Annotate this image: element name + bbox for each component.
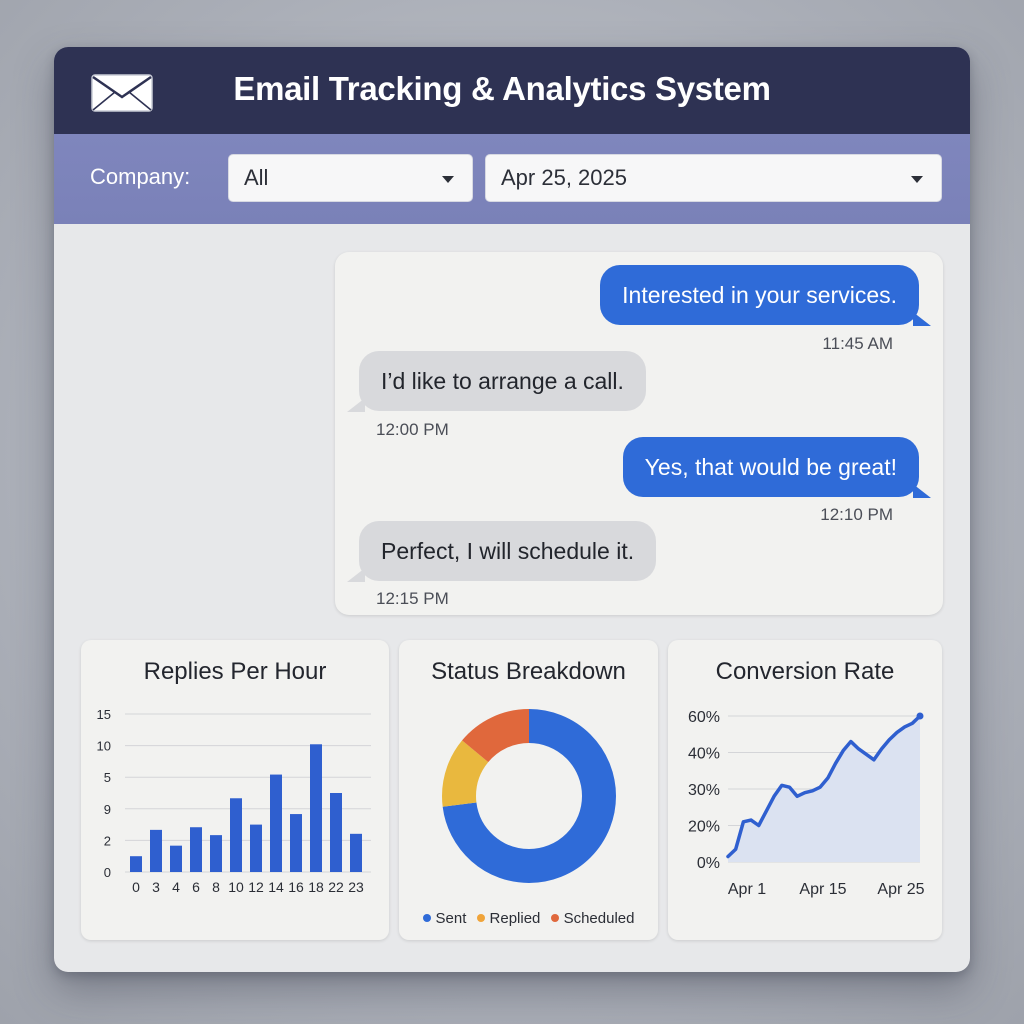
chart-legend: Sent Replied Scheduled	[399, 910, 658, 927]
message-time: 12:15 PM	[376, 589, 449, 608]
x-tick-label: Apr 1	[728, 881, 766, 898]
y-tick-label: 15	[97, 707, 111, 722]
y-tick-label: 2	[104, 833, 111, 848]
y-tick-label: 10	[97, 739, 111, 754]
bar	[350, 833, 362, 872]
x-tick-label: 12	[248, 879, 264, 895]
bar	[330, 793, 342, 872]
replies-bar-chart: 029510150 3 4 6 8 10 12 14 16 18 22 23	[97, 707, 371, 895]
legend-label: Scheduled	[563, 910, 635, 927]
app-title: Email Tracking & Analytics System	[233, 70, 771, 107]
company-select-value: All	[244, 165, 269, 190]
bar	[130, 856, 142, 872]
filter-bar: Company: All Apr 25, 2025	[54, 134, 970, 224]
app-window: Email Tracking & Analytics System Compan…	[54, 47, 970, 972]
date-select[interactable]: Apr 25, 2025	[485, 154, 942, 202]
bar	[290, 814, 302, 872]
message-bubble-outgoing[interactable]: Yes, that would be great!	[622, 437, 919, 497]
legend-dot	[422, 914, 431, 922]
x-tick-label: 8	[212, 879, 220, 895]
x-tick-label: Apr 15	[799, 881, 846, 898]
chevron-down-icon	[442, 176, 454, 183]
x-tick-label: 22	[328, 879, 344, 895]
message-bubble-outgoing[interactable]: Interested in your services.	[600, 265, 919, 325]
y-tick-label: 30%	[688, 782, 720, 799]
legend-item-scheduled: Scheduled	[550, 910, 635, 927]
x-tick-label: 0	[132, 879, 140, 895]
y-tick-label: 5	[104, 770, 111, 785]
x-tick-label: 23	[348, 879, 364, 895]
bubble-tail	[347, 568, 365, 582]
bar	[270, 774, 282, 872]
legend-dot	[550, 914, 559, 922]
legend-item-replied: Replied	[476, 910, 541, 927]
legend-item-sent: Sent	[422, 910, 467, 927]
message-time: 11:45 AM	[822, 334, 893, 353]
bar	[250, 824, 262, 872]
y-tick-label: 60%	[688, 709, 720, 726]
bar	[210, 835, 222, 872]
legend-label: Replied	[489, 910, 541, 927]
status-breakdown-card: Status Breakdown Sent Replied Scheduled	[399, 640, 658, 940]
x-tick-label: 3	[152, 879, 160, 895]
message-time: 12:00 PM	[376, 420, 449, 439]
y-tick-label: 0%	[697, 855, 720, 872]
y-tick-label: 40%	[688, 746, 720, 763]
y-tick-label: 20%	[688, 819, 720, 836]
message-time: 12:10 PM	[820, 505, 893, 524]
bar	[190, 827, 202, 872]
x-tick-label: 18	[308, 879, 324, 895]
conversation-panel: Interested in your services. 11:45 AM I’…	[335, 252, 943, 615]
y-tick-label: 0	[104, 865, 111, 880]
bubble-tail	[913, 312, 931, 326]
x-tick-label: 16	[288, 879, 304, 895]
bar	[150, 829, 162, 872]
bar	[170, 845, 182, 872]
x-tick-label: 4	[172, 879, 180, 895]
x-tick-label: 14	[268, 879, 284, 895]
conversion-rate-card: Conversion Rate 0% 20% 30% 40% 60% Apr 1 Apr 1…	[668, 640, 942, 940]
bar	[310, 744, 322, 872]
bubble-tail	[913, 484, 931, 498]
date-select-value: Apr 25, 2025	[501, 165, 627, 190]
data-point	[916, 712, 924, 720]
legend-label: Sent	[435, 910, 467, 927]
bubble-tail	[347, 398, 365, 412]
status-donut-chart	[442, 709, 616, 883]
x-tick-label: 6	[192, 879, 200, 895]
conversion-area-chart: 0% 20% 30% 40% 60% Apr 1 Apr 15 Apr 25	[688, 709, 925, 898]
x-tick-label: 10	[228, 879, 244, 895]
bar	[230, 798, 242, 872]
company-select[interactable]: All	[228, 154, 473, 202]
y-tick-label: 9	[104, 802, 111, 817]
company-label: Company:	[90, 164, 191, 189]
message-bubble-incoming[interactable]: Perfect, I will schedule it.	[359, 521, 657, 581]
title-bar: Email Tracking & Analytics System	[54, 47, 970, 134]
x-tick-label: Apr 25	[877, 881, 924, 898]
replies-per-hour-card: Replies Per Hour 0 2 9 5 10 15 0 3 4 6 8 10 12 14 16 18…	[81, 640, 389, 940]
legend-dot	[476, 914, 485, 922]
chevron-down-icon	[911, 176, 923, 183]
message-bubble-incoming[interactable]: I’d like to arrange a call.	[359, 351, 646, 411]
